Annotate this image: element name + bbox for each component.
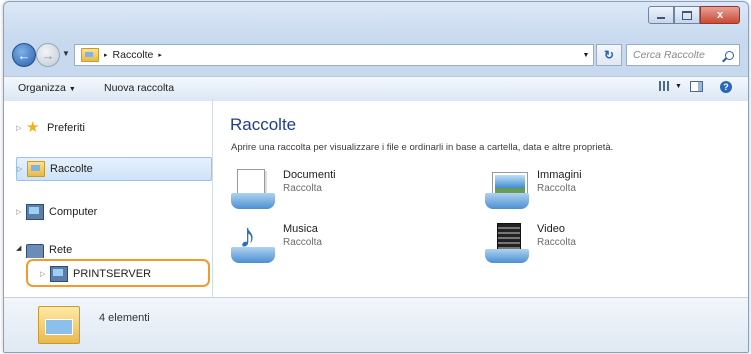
library-name: Documenti (283, 169, 336, 181)
details-pane: 4 elementi (4, 297, 748, 352)
forward-button[interactable]: → (36, 43, 60, 67)
chevron-down-icon: ▼ (675, 82, 682, 90)
expand-icon[interactable]: ▷ (16, 208, 26, 216)
video-library-icon (485, 223, 529, 267)
minimize-icon (657, 16, 665, 19)
minimize-button[interactable] (648, 6, 674, 24)
sidebar-item-rete[interactable]: ◢ Rete (16, 244, 72, 258)
library-item-musica[interactable]: Musica Raccolta (231, 217, 322, 267)
recent-pages-dropdown[interactable]: ▼ (62, 49, 70, 58)
library-icon (81, 48, 99, 62)
help-button[interactable]: ? (720, 81, 732, 93)
computer-icon (26, 204, 44, 220)
sidebar-item-raccolte[interactable]: ▷ Raccolte (16, 157, 212, 181)
library-type: Raccolta (537, 237, 576, 248)
collapse-icon[interactable]: ◢ (16, 244, 26, 252)
view-grid-icon (659, 81, 669, 91)
close-icon: x (716, 9, 724, 21)
caption-buttons: x (648, 6, 740, 24)
library-item-video[interactable]: Video Raccolta (485, 223, 576, 267)
search-icon[interactable] (725, 50, 734, 60)
refresh-button[interactable]: ↻ (596, 44, 622, 66)
library-type: Raccolta (283, 183, 322, 194)
maximize-button[interactable] (674, 6, 700, 24)
page-description: Aprire una raccolta per visualizzare i f… (231, 142, 614, 153)
sidebar-item-label: Rete (49, 244, 73, 256)
music-library-icon (231, 217, 275, 267)
change-view-button[interactable]: ▼ (659, 81, 682, 91)
expand-icon[interactable]: ▷ (17, 165, 27, 173)
library-item-immagini[interactable]: Immagini Raccolta (485, 169, 582, 213)
sidebar-item-label: Raccolte (50, 163, 93, 175)
explorer-window: x ← → ▼ ▸ Raccolte ▸ ▼ ↻ Cerca Raccolte … (3, 1, 749, 353)
refresh-icon: ↻ (603, 48, 615, 62)
item-count: 4 elementi (99, 312, 150, 324)
navigation-bar: ← → ▼ ▸ Raccolte ▸ ▼ ↻ Cerca Raccolte (12, 42, 742, 68)
pictures-library-icon (485, 169, 529, 213)
expand-icon[interactable]: ▷ (16, 124, 26, 132)
sidebar-item-preferiti[interactable]: ▷ ★ Preferiti (16, 117, 85, 139)
breadcrumb-separator-icon[interactable]: ▸ (104, 51, 108, 59)
star-icon: ★ (26, 119, 40, 136)
page-title: Raccolte (230, 115, 297, 134)
chevron-down-icon: ▼ (68, 86, 76, 93)
sidebar-item-computer[interactable]: ▷ Computer (16, 201, 97, 223)
organize-label: Organizza (18, 82, 66, 94)
back-arrow-icon: ← (17, 47, 31, 63)
new-collection-label: Nuova raccolta (104, 82, 175, 94)
sidebar-item-label: Computer (49, 206, 98, 218)
library-item-documenti[interactable]: Documenti Raccolta (231, 169, 336, 213)
command-bar: Organizza ▼ Nuova raccolta ▼ ? (4, 76, 748, 102)
forward-arrow-icon: → (41, 47, 55, 63)
preview-pane-button[interactable] (690, 81, 703, 92)
address-dropdown-icon[interactable]: ▼ (579, 52, 593, 59)
library-type: Raccolta (283, 237, 322, 248)
breadcrumb-separator-icon[interactable]: ▸ (158, 51, 162, 59)
close-button[interactable]: x (700, 6, 740, 24)
library-icon (27, 161, 45, 177)
library-name: Immagini (537, 169, 582, 181)
breadcrumb-raccolte[interactable]: Raccolte (113, 49, 154, 61)
search-input[interactable]: Cerca Raccolte (626, 44, 740, 66)
back-button[interactable]: ← (12, 43, 36, 67)
search-placeholder: Cerca Raccolte (633, 49, 705, 61)
library-large-icon (38, 306, 80, 344)
library-name: Video (537, 223, 565, 235)
network-icon (26, 244, 44, 258)
maximize-icon (682, 10, 692, 20)
printserver-highlight-box (26, 259, 210, 287)
new-collection-button[interactable]: Nuova raccolta (104, 82, 174, 94)
library-type: Raccolta (537, 183, 576, 194)
address-bar[interactable]: ▸ Raccolte ▸ ▼ (74, 44, 594, 66)
sidebar-item-label: Preferiti (47, 122, 85, 134)
library-content: Raccolte Aprire una raccolta per visuali… (213, 101, 748, 297)
documents-library-icon (231, 169, 275, 213)
organize-button[interactable]: Organizza ▼ (18, 82, 76, 94)
library-name: Musica (283, 223, 318, 235)
